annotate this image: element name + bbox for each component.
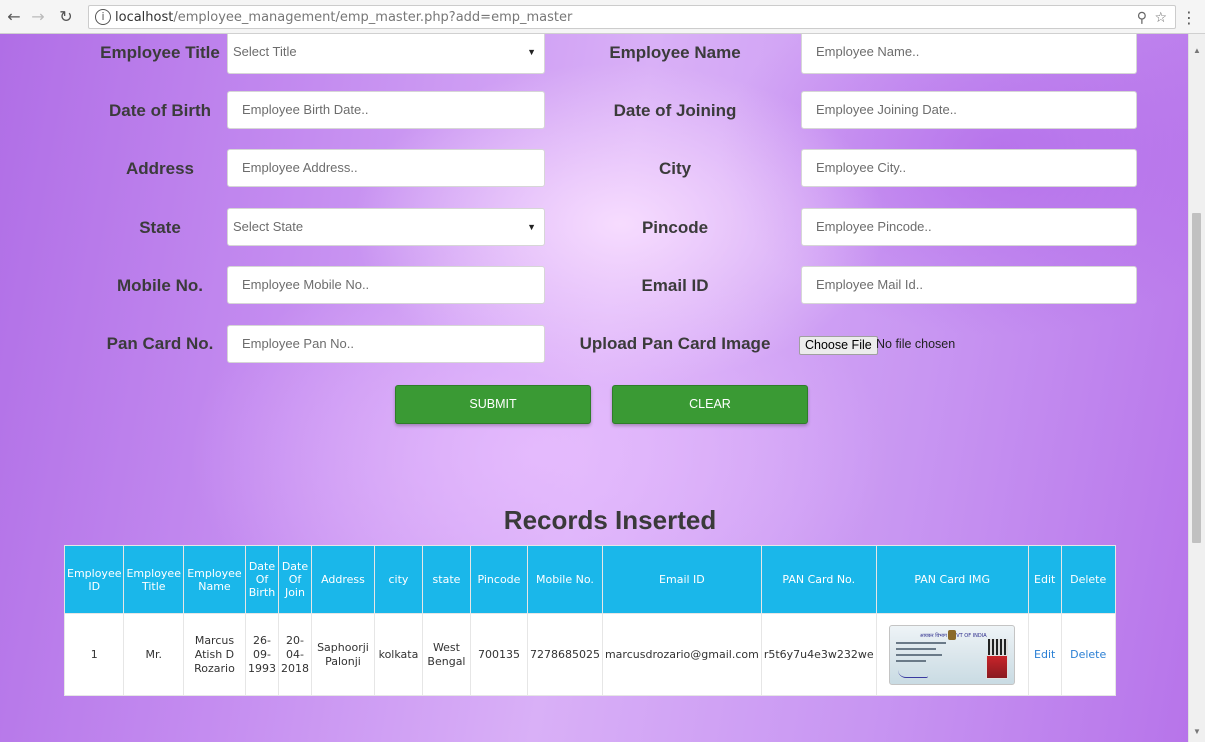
cell-email: marcusdrozario@gmail.com [601,613,762,696]
pan-card-text-line [896,647,937,650]
cell-address: Saphoorji Palonji [310,613,375,696]
cell-dob: 26-09-1993 [244,613,279,696]
cell-pan-no: r5t6y7u4e3w232we [760,613,877,696]
menu-icon[interactable]: ⋮ [1181,8,1197,27]
edit-link[interactable]: Edit [1027,613,1062,696]
reload-icon[interactable]: ↻ [56,7,76,27]
browser-toolbar: ← → ↻ i localhost/employee_management/em… [0,0,1205,34]
submit-button[interactable]: SUBMIT [395,385,591,424]
cell-title: Mr. [123,613,184,696]
cell-city: kolkata [373,613,423,696]
pan-card-text-line [896,653,943,656]
col-city: city [373,545,423,614]
choose-file-button[interactable]: Choose File [799,336,878,355]
pan-card-text-line [896,641,947,644]
city-label: City [658,159,692,178]
mobile-input[interactable]: Employee Mobile No.. [227,266,545,304]
date-of-birth-label: Date of Birth [109,101,211,120]
date-of-birth-input[interactable]: Employee Birth Date.. [227,91,545,129]
email-input[interactable]: Employee Mail Id.. [801,266,1137,304]
col-pan-img: PAN Card IMG [875,545,1029,614]
date-of-joining-label: Date of Joining [613,101,737,120]
city-input[interactable]: Employee City.. [801,149,1137,187]
emblem-icon [948,629,957,640]
upload-label: Upload Pan Card Image [579,334,771,353]
col-delete: Delete [1060,545,1116,614]
records-table: Employee ID Employee Title Employee Name… [63,545,1116,696]
photo-icon [986,654,1009,679]
scrollbar-thumb[interactable] [1192,213,1201,543]
cell-id: 1 [63,613,125,696]
employee-name-input[interactable]: Employee Name.. [801,34,1137,74]
clear-button[interactable]: CLEAR [612,385,808,424]
pincode-input[interactable]: Employee Pincode.. [801,208,1137,246]
scroll-down-icon[interactable]: ▼ [1193,727,1201,736]
col-employee-id: Employee ID [63,545,125,614]
col-state: state [421,545,471,614]
pan-card-image: आयकर विभाग GOVT OF INDIA [889,624,1016,685]
col-edit: Edit [1027,545,1062,614]
state-select[interactable]: Select State ▼ [227,208,545,246]
cell-doj: 20-04-2018 [277,613,312,696]
scroll-up-icon[interactable]: ▲ [1193,46,1201,55]
zoom-icon[interactable]: ⚲ [1137,10,1147,26]
address-bar[interactable]: i localhost/employee_management/emp_mast… [88,5,1176,29]
star-icon[interactable]: ☆ [1154,10,1167,26]
pincode-label: Pincode [641,218,709,237]
cell-mobile: 7278685025 [526,613,603,696]
email-label: Email ID [641,276,709,295]
arrow-left-icon[interactable]: ← [4,7,24,27]
cell-name: Marcus Atish D Rozario [182,613,246,696]
url-text[interactable]: localhost/employee_management/emp_master… [115,10,572,25]
arrow-right-icon[interactable]: → [28,7,48,27]
mobile-label: Mobile No. [117,276,203,295]
col-pincode: Pincode [469,545,528,614]
records-title: Records Inserted [503,505,717,535]
col-address: Address [310,545,375,614]
col-date-of-birth: Date Of Birth [244,545,279,614]
pan-card-text-line [896,659,927,662]
info-icon[interactable]: i [95,9,111,25]
employee-name-label: Employee Name [609,43,741,62]
pan-input[interactable]: Employee Pan No.. [227,325,545,363]
col-mobile: Mobile No. [526,545,603,614]
col-date-of-join: Date Of Join [277,545,312,614]
cell-pincode: 700135 [469,613,528,696]
chevron-down-icon: ▼ [527,222,536,232]
cell-state: West Bengal [421,613,471,696]
cell-pan-img: आयकर विभाग GOVT OF INDIA [875,613,1029,696]
delete-link[interactable]: Delete [1060,613,1116,696]
col-employee-title: Employee Title [123,545,184,614]
pan-label: Pan Card No. [106,334,214,353]
state-label: State [139,218,181,237]
address-input[interactable]: Employee Address.. [227,149,545,187]
date-of-joining-input[interactable]: Employee Joining Date.. [801,91,1137,129]
address-label: Address [125,159,195,178]
table-row: 1 Mr. Marcus Atish D Rozario 26-09-1993 … [63,613,1116,696]
chevron-down-icon: ▼ [527,47,536,57]
col-pan-no: PAN Card No. [760,545,877,614]
col-employee-name: Employee Name [182,545,246,614]
file-status: No file chosen [876,337,956,351]
employee-title-select[interactable]: Select Title ▼ [227,34,545,74]
signature-icon [898,670,929,678]
table-header-row: Employee ID Employee Title Employee Name… [63,545,1116,614]
col-email: Email ID [601,545,762,614]
employee-title-label: Employee Title [100,43,220,62]
